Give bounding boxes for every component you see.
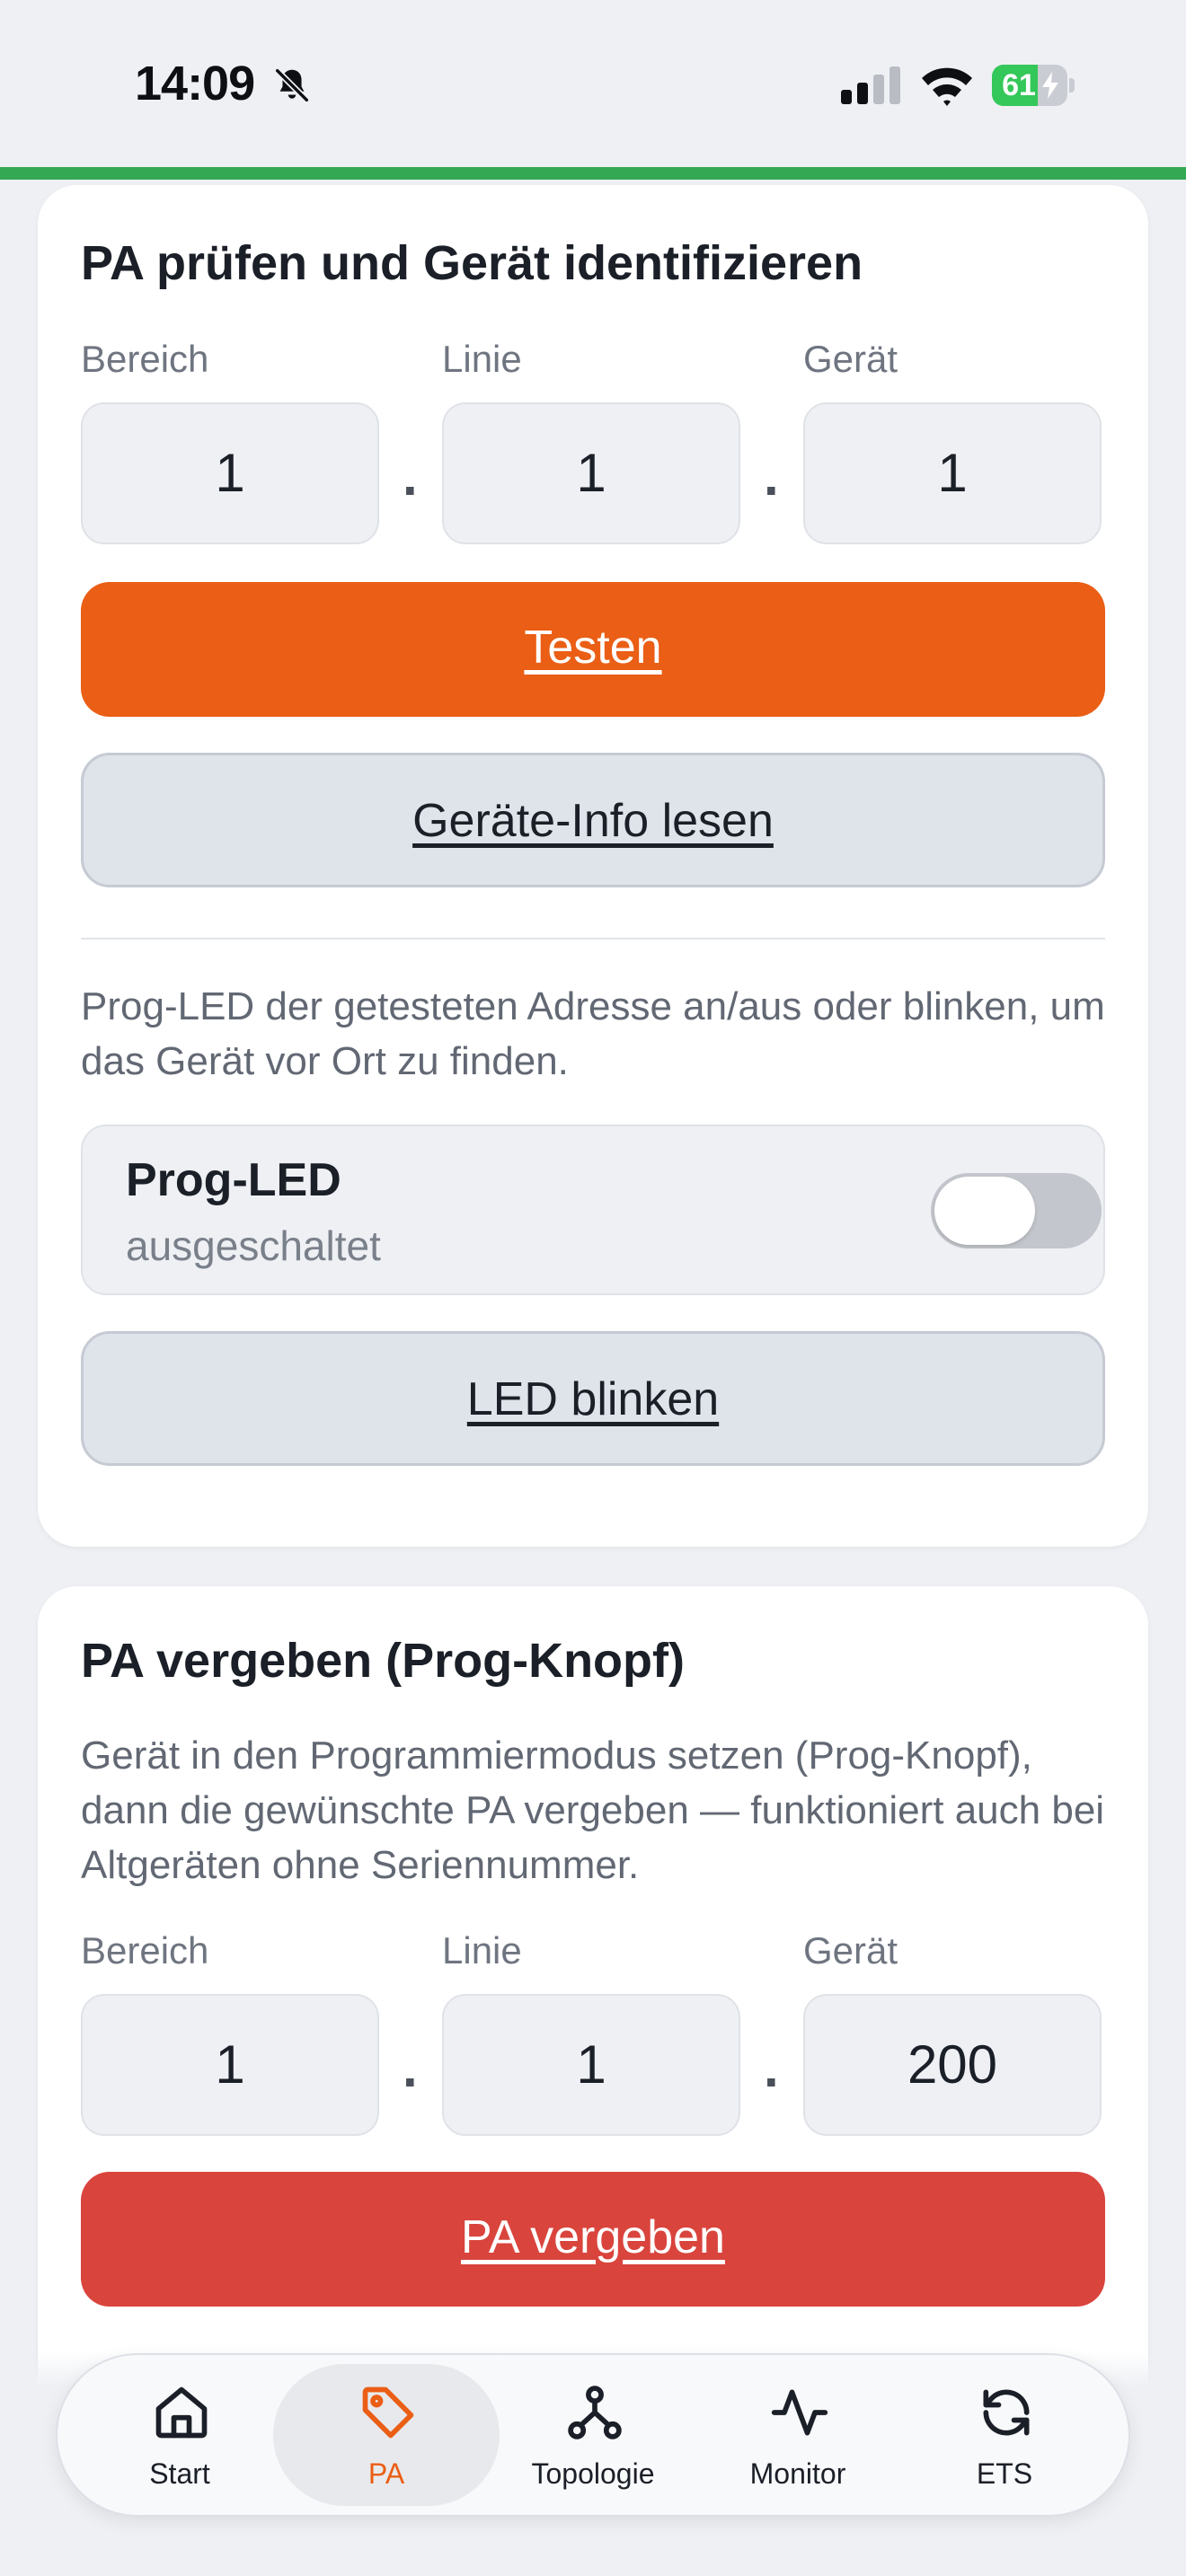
sync-icon (983, 2389, 1030, 2436)
prog-led-description: Prog-LED der getesteten Adresse an/aus o… (81, 984, 1105, 1083)
status-time: 14:09 (135, 57, 255, 110)
tab-pa[interactable]: PA (288, 2371, 485, 2506)
tab-label: Monitor (749, 2457, 846, 2490)
device-label: Gerät (803, 338, 898, 380)
assign-pa-button[interactable]: PA vergeben (81, 2172, 1105, 2307)
tab-label: Start (149, 2457, 210, 2490)
address-separator: . (764, 2038, 779, 2098)
device-label: Gerät (803, 1929, 898, 1972)
bell-muted-icon (274, 67, 310, 103)
tab-ets[interactable]: ETS (906, 2371, 1103, 2506)
prog-led-title: Prog-LED (126, 1154, 341, 1206)
line-label: Linie (442, 1929, 522, 1972)
blink-led-button[interactable]: LED blinken (81, 1331, 1105, 1466)
prog-led-state: ausgeschaltet (126, 1222, 381, 1269)
line-label: Linie (442, 338, 522, 380)
cellular-signal-icon (841, 66, 900, 104)
toggle-knob (934, 1177, 1035, 1245)
area-label: Bereich (81, 1929, 209, 1972)
device-input[interactable]: 1 (803, 402, 1102, 544)
card-title: PA vergeben (Prog-Knopf) (81, 1634, 685, 1688)
address-separator: . (403, 446, 418, 507)
device-input[interactable]: 200 (803, 1994, 1102, 2136)
charging-bolt-icon (1042, 72, 1058, 99)
tab-monitor[interactable]: Monitor (699, 2371, 897, 2506)
address-separator: . (764, 446, 779, 507)
divider (81, 938, 1105, 940)
tab-start[interactable]: Start (81, 2371, 279, 2506)
pulse-icon (771, 2389, 828, 2436)
tag-icon (362, 2386, 414, 2439)
area-input[interactable]: 1 (81, 1994, 379, 2136)
identify-device-card: PA prüfen und Gerät identifizieren Berei… (38, 185, 1148, 1547)
topology-icon (568, 2386, 622, 2439)
read-device-info-button[interactable]: Geräte-Info lesen (81, 753, 1105, 887)
line-input[interactable]: 1 (442, 402, 740, 544)
tab-topologie[interactable]: Topologie (494, 2371, 692, 2506)
home-icon (155, 2386, 208, 2439)
address-separator: . (403, 2038, 418, 2098)
wifi-icon (922, 67, 972, 106)
area-input[interactable]: 1 (81, 402, 379, 544)
prog-led-row: Prog-LED ausgeschaltet (81, 1125, 1105, 1295)
tab-label: PA (367, 2457, 405, 2490)
prog-led-toggle[interactable] (931, 1173, 1102, 1248)
tab-label: ETS (976, 2457, 1033, 2490)
assign-description: Gerät in den Programmiermodus setzen (Pr… (81, 1734, 1105, 1887)
line-input[interactable]: 1 (442, 1994, 740, 2136)
status-bar: 14:09 61 (0, 0, 1186, 167)
area-label: Bereich (81, 338, 209, 380)
battery-level: 61 (1002, 68, 1036, 102)
connection-status-bar (0, 167, 1186, 180)
tab-label: Topologie (531, 2457, 655, 2490)
card-title: PA prüfen und Gerät identifizieren (81, 236, 863, 290)
battery-indicator: 61 (992, 65, 1075, 106)
test-button[interactable]: Testen (81, 582, 1105, 717)
